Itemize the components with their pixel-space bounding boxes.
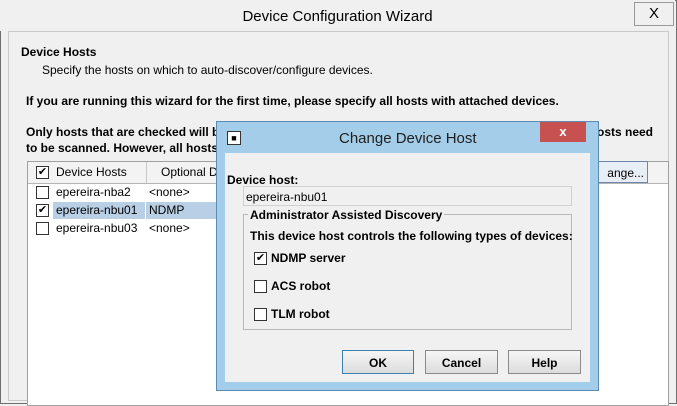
dialog-title: Change Device Host	[339, 130, 477, 147]
row-option: <none>	[149, 185, 190, 199]
wizard-titlebar: Device Configuration Wizard X	[0, 0, 675, 31]
ndmp-server-label: NDMP server	[271, 251, 346, 265]
device-host-label: Device host:	[227, 173, 299, 187]
row-checkbox[interactable]	[36, 222, 49, 235]
acs-robot-checkbox[interactable]	[254, 280, 267, 293]
row-host: epereira-nbu01	[56, 203, 138, 217]
header-optional-label: Optional D	[161, 165, 218, 179]
section-subheading: Specify the hosts on which to auto-disco…	[42, 63, 373, 77]
dialog-close-button[interactable]: x	[540, 122, 586, 142]
ok-button[interactable]: OK	[342, 350, 414, 374]
ndmp-server-checkbox[interactable]: ✔	[254, 252, 267, 265]
dialog-body: Device host: epereira-nbu01 Administrato…	[225, 153, 590, 382]
header-device-hosts-label: Device Hosts	[56, 165, 127, 179]
intro-line-2-right: osts need	[597, 125, 654, 139]
row-host: epereira-nbu03	[56, 221, 138, 235]
discovery-group-label: Administrator Assisted Discovery	[248, 208, 445, 222]
intro-line-3: to be scanned. However, all hosts	[26, 141, 219, 155]
change-device-host-dialog: ■ Change Device Host x Device host: eper…	[216, 121, 599, 391]
help-button[interactable]: Help	[508, 350, 581, 374]
cancel-button[interactable]: Cancel	[425, 350, 498, 374]
section-heading: Device Hosts	[21, 45, 97, 59]
intro-line-2-left: Only hosts that are checked will b	[26, 125, 220, 139]
wizard-title: Device Configuration Wizard	[242, 8, 433, 25]
acs-robot-label: ACS robot	[271, 279, 331, 293]
row-option: <none>	[149, 221, 190, 235]
app-icon: ■	[227, 131, 241, 145]
header-optional[interactable]: Optional D	[147, 162, 227, 183]
tlm-robot-label: TLM robot	[271, 307, 330, 321]
header-checkbox[interactable]: ✔	[36, 166, 49, 179]
row-checkbox[interactable]: ✔	[36, 204, 49, 217]
row-host: epereira-nba2	[56, 185, 131, 199]
row-checkbox[interactable]	[36, 186, 49, 199]
discovery-description: This device host controls the following …	[250, 229, 573, 243]
device-host-field[interactable]: epereira-nbu01	[243, 186, 572, 206]
intro-line-1: If you are running this wizard for the f…	[26, 94, 559, 108]
header-device-hosts[interactable]: ✔ Device Hosts	[28, 162, 147, 183]
row-option: NDMP	[149, 203, 185, 217]
tlm-robot-checkbox[interactable]	[254, 308, 267, 321]
wizard-close-button[interactable]: X	[634, 2, 674, 26]
